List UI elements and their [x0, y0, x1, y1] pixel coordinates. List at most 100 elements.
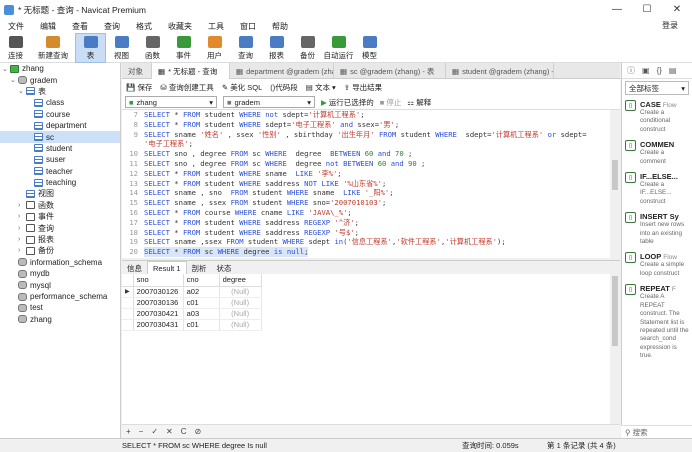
tree-node[interactable]: department: [0, 120, 120, 131]
table-cell[interactable]: 2007030431: [133, 319, 184, 331]
editor-line[interactable]: 20 SELECT * FROM sc WHERE degree is null;: [122, 247, 610, 257]
result-tab[interactable]: 状态: [212, 261, 237, 275]
minimize-button[interactable]: —: [602, 0, 632, 19]
table-cell[interactable]: (Null): [219, 308, 262, 320]
table-cell[interactable]: a03: [183, 308, 220, 320]
text-button[interactable]: ▤ 文本 ▾: [306, 82, 336, 93]
snippet-button[interactable]: ()代码段: [270, 82, 298, 93]
menu-item[interactable]: 窗口: [232, 21, 264, 32]
menu-item[interactable]: 编辑: [32, 21, 64, 32]
tree-node[interactable]: 视图: [0, 188, 120, 199]
toolbar-button[interactable]: 事件: [168, 33, 199, 63]
tree-node[interactable]: › 查询: [0, 222, 120, 233]
tree-node[interactable]: course: [0, 109, 120, 120]
collapse-arrow-icon[interactable]: ›: [18, 202, 26, 209]
editor-line[interactable]: '电子工程系';: [122, 139, 610, 149]
result-tab[interactable]: 信息: [122, 261, 147, 275]
table-cell[interactable]: c01: [183, 319, 220, 331]
toolbar-button[interactable]: 函数: [137, 33, 168, 63]
snippet-item[interactable]: {} REPEAT F Create A REPEAT construct. The …: [622, 281, 692, 363]
editor-scrollbar[interactable]: [610, 110, 620, 258]
menu-item[interactable]: 查询: [96, 21, 128, 32]
delete-row-button[interactable]: −: [139, 427, 144, 436]
table-cell[interactable]: (Null): [219, 286, 262, 298]
menu-item[interactable]: 工具: [200, 21, 232, 32]
menu-item[interactable]: 帮助: [264, 21, 296, 32]
tree-node[interactable]: ⌄ zhang: [0, 63, 120, 74]
tree-node[interactable]: ⌄ gradem: [0, 74, 120, 85]
table-row[interactable]: 2007030421 a03 (Null): [122, 308, 262, 320]
editor-line[interactable]: 10 SELECT sno , degree FROM sc WHERE degr…: [122, 149, 610, 159]
table-cell[interactable]: 2007030136: [133, 297, 184, 309]
snippet-icon[interactable]: {}: [657, 66, 662, 75]
close-button[interactable]: ✕: [662, 0, 692, 19]
tree-node[interactable]: performance_schema: [0, 291, 120, 302]
info-icon[interactable]: ⓘ: [627, 65, 635, 76]
table-cell[interactable]: 2007030421: [133, 308, 184, 320]
column-header[interactable]: degree: [219, 274, 262, 287]
connection-select[interactable]: ■ zhang ▾: [125, 96, 217, 108]
collapse-arrow-icon[interactable]: ›: [18, 225, 26, 232]
tree-node[interactable]: zhang: [0, 314, 120, 325]
table-cell[interactable]: 2007030126: [133, 286, 184, 298]
editor-line[interactable]: 17 SELECT * FROM student WHERE saddress R…: [122, 218, 610, 228]
column-header[interactable]: sno: [133, 274, 184, 287]
menu-item[interactable]: 收藏夹: [160, 21, 200, 32]
snippet-item[interactable]: {} IF...ELSE... Create a IF...ELSE... cons…: [622, 169, 692, 209]
database-select[interactable]: ■ gradem ▾: [223, 96, 315, 108]
export-result-button[interactable]: ⇪ 导出结果: [344, 82, 382, 93]
snippet-item[interactable]: {} INSERT Sy Insert new rows into an exist…: [622, 209, 692, 249]
document-tab[interactable]: ▦ department @gradem (zha...: [230, 63, 334, 79]
toolbar-button[interactable]: 视图: [106, 33, 137, 63]
tree-node[interactable]: class: [0, 97, 120, 108]
editor-line[interactable]: 12 SELECT * FROM student WHERE sname LIKE…: [122, 169, 610, 179]
toolbar-button[interactable]: 新建查询: [31, 33, 75, 63]
stop-button[interactable]: ⊘: [195, 427, 202, 436]
menu-item[interactable]: 查看: [64, 21, 96, 32]
document-tab[interactable]: ▦ sc @gradem (zhang) - 表: [334, 63, 446, 79]
discard-button[interactable]: ✕: [166, 427, 173, 436]
editor-line[interactable]: 9 SELECT sname '姓名' , ssex '性别' , sbirthd…: [122, 130, 610, 140]
snippet-item[interactable]: {} LOOP Flow Create a simple loop construct: [622, 249, 692, 281]
toolbar-button[interactable]: 模型: [354, 33, 385, 63]
tree-node[interactable]: › 函数: [0, 200, 120, 211]
tree-node[interactable]: mysql: [0, 279, 120, 290]
table-cell[interactable]: (Null): [219, 297, 262, 309]
tag-filter-select[interactable]: 全部标签 ▾: [625, 81, 689, 95]
editor-line[interactable]: 18 SELECT * FROM student WHERE saddress R…: [122, 228, 610, 238]
sql-editor[interactable]: 7 SELECT * FROM student WHERE not sdept='…: [122, 110, 610, 258]
add-row-button[interactable]: +: [126, 427, 131, 436]
apply-button[interactable]: ✓: [151, 427, 158, 436]
tree-node[interactable]: student: [0, 143, 120, 154]
menu-item[interactable]: 格式: [128, 21, 160, 32]
table-row[interactable]: ▶ 2007030126 a02 (Null): [122, 286, 262, 298]
login-link[interactable]: 登录: [654, 20, 686, 31]
refresh-button[interactable]: C: [181, 427, 187, 436]
snippet-item[interactable]: {} COMMEN Create a comment: [622, 137, 692, 169]
collapse-arrow-icon[interactable]: ›: [18, 213, 26, 220]
tree-node[interactable]: test: [0, 302, 120, 313]
tree-node[interactable]: teacher: [0, 166, 120, 177]
editor-line[interactable]: 16 SELECT * FROM course WHERE cname LIKE …: [122, 208, 610, 218]
editor-line[interactable]: 8 SELECT * FROM student WHERE sdept='电子工程…: [122, 120, 610, 130]
toolbar-button[interactable]: 自动运行: [323, 33, 354, 63]
toolbar-button[interactable]: 连接: [0, 33, 31, 63]
result-tab[interactable]: 剖析: [187, 261, 212, 275]
tree-node[interactable]: ⌄ 表: [0, 86, 120, 97]
collapse-arrow-icon[interactable]: ›: [18, 236, 26, 243]
preview-icon[interactable]: ▤: [669, 66, 677, 75]
table-row[interactable]: 2007030431 c01 (Null): [122, 319, 262, 331]
editor-line[interactable]: 19 SELECT sname ,ssex FROM student WHERE …: [122, 237, 610, 247]
document-tab[interactable]: ▦ * 无标题 - 查询: [152, 63, 230, 79]
toolbar-button[interactable]: 表: [75, 33, 106, 63]
tree-node[interactable]: mydb: [0, 268, 120, 279]
tree-node[interactable]: › 备份: [0, 245, 120, 256]
snippet-search[interactable]: ⚲ 搜索: [621, 425, 692, 438]
expand-arrow-icon[interactable]: ⌄: [10, 76, 18, 84]
column-header[interactable]: cno: [183, 274, 220, 287]
toolbar-button[interactable]: 用户: [199, 33, 230, 63]
save-button[interactable]: 💾 保存: [126, 82, 152, 93]
collapse-arrow-icon[interactable]: ›: [18, 247, 26, 254]
table-cell[interactable]: (Null): [219, 319, 262, 331]
tree-node[interactable]: teaching: [0, 177, 120, 188]
